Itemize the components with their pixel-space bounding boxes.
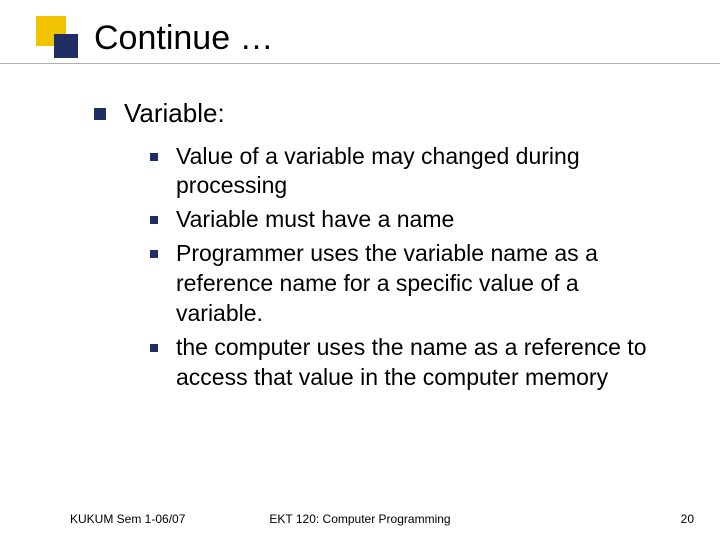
footer-page-number: 20	[681, 512, 694, 526]
level2-text: Programmer uses the variable name as a r…	[176, 239, 660, 329]
level2-item: Variable must have a name	[150, 205, 660, 235]
square-bullet-icon	[150, 250, 158, 258]
level2-text: Value of a variable may changed during p…	[176, 142, 660, 202]
footer: KUKUM Sem 1-06/07 EKT 120: Computer Prog…	[0, 512, 720, 526]
square-bullet-icon	[94, 108, 106, 120]
square-navy-icon	[54, 34, 78, 58]
footer-left: KUKUM Sem 1-06/07	[70, 512, 185, 526]
level2-item: the computer uses the name as a referenc…	[150, 333, 660, 393]
square-bullet-icon	[150, 344, 158, 352]
level1-text: Variable:	[124, 98, 225, 129]
square-bullet-icon	[150, 153, 158, 161]
level2-item: Value of a variable may changed during p…	[150, 142, 660, 202]
title-decoration	[36, 16, 78, 56]
square-bullet-icon	[150, 216, 158, 224]
level2-text: Variable must have a name	[176, 205, 454, 235]
level2-item: Programmer uses the variable name as a r…	[150, 239, 660, 329]
title-area: Continue …	[0, 0, 720, 64]
level2-list: Value of a variable may changed during p…	[94, 142, 660, 393]
level1-item: Variable:	[94, 98, 660, 129]
title-underline	[0, 63, 720, 64]
slide-title: Continue …	[0, 20, 720, 57]
content-area: Variable: Value of a variable may change…	[0, 64, 720, 392]
slide: Continue … Variable: Value of a variable…	[0, 0, 720, 540]
level2-text: the computer uses the name as a referenc…	[176, 333, 660, 393]
